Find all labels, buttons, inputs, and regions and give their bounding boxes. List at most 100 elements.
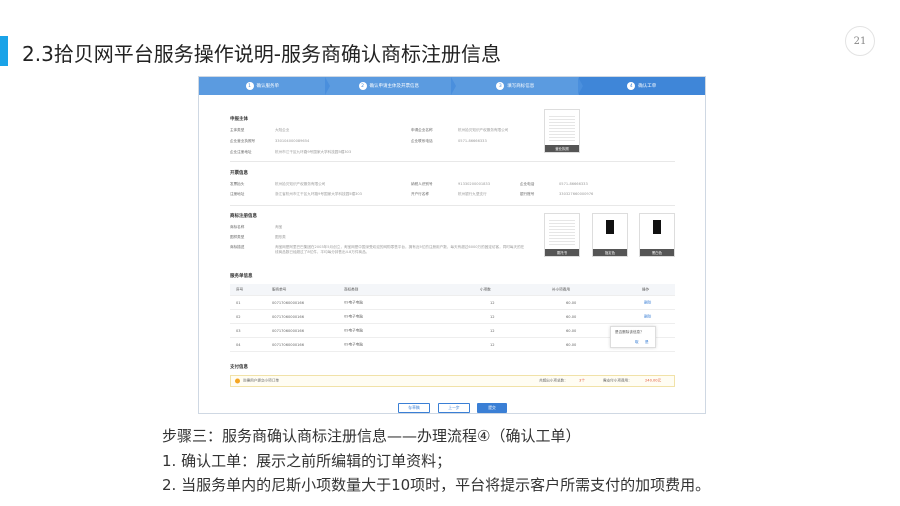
field-label: 企业营业执照号 [230,139,256,143]
cell-category: 09电子电脑 [344,342,363,346]
trademark-image-proxy[interactable]: 委托书 [544,213,580,257]
cell-category: 09电子电脑 [344,328,363,332]
column-header: 服务单号 [272,287,287,291]
cell-order: 00717060000166 [272,314,305,319]
divider [230,205,675,206]
divider [230,161,675,162]
table-row: 04 00717060000166 09电子电脑 12 60.00 删除 [230,338,675,352]
payment-bar: 尚需用户提交小项订单 共超出小项总数： 3个 需支付小项费用： 240.00元 [230,375,675,387]
popup-cancel-button[interactable]: 取 [635,340,639,345]
column-header: 补小项费用 [552,287,570,291]
cell-items: 12 [490,314,495,319]
step-3[interactable]: 3 填写商标信息 [452,77,583,95]
cell-items: 12 [490,342,495,347]
step-number: 2 [358,82,367,90]
step-4[interactable]: 4 确认工单 [578,77,705,95]
caption-heading: 步骤三：服务商确认商标注册信息——办理流程④（确认工单） [162,427,581,445]
fee-value: 240.00元 [645,378,662,383]
cell-order: 00717060000166 [272,300,305,305]
cell-seq: 03 [236,328,241,333]
table-header: 序号 服务单号 商标类别 小项数 补小项费用 操作 [230,284,675,296]
cell-fee: 60.00 [566,314,577,319]
field-value: 330104000089654 [275,139,310,143]
delete-link[interactable]: 删除 [644,300,651,305]
field-label: 发票抬头 [230,182,245,186]
field-label: 图样类型 [230,235,245,239]
field-label: 主体类型 [230,128,245,132]
chevron-right-icon [577,77,583,95]
step-label: 填写商标信息 [507,84,535,89]
field-value: 0571-86666333 [559,182,588,186]
chevron-right-icon [324,77,330,95]
field-value: 淘宝网是阿里巴巴集团在2003年5月创立，淘宝网是中国深受欢迎的网购零售平台，拥… [275,245,525,254]
field-label: 注册地址 [230,192,245,196]
document-thumbnail [549,114,575,142]
delete-link[interactable]: 删除 [644,314,651,319]
field-label: 企业电话 [520,182,535,186]
field-value: 浙江省杭州市江干区九环路9号国家大学科技园5幢303 [275,192,362,196]
section-title-applicant: 申报主体 [230,117,248,122]
step-label: 确认申请主体及开票信息 [369,84,420,89]
field-value: 杭州银行九堡支行 [458,192,487,196]
total-items-label: 共超出小项总数： [539,378,568,383]
payment-notice: 尚需用户提交小项订单 [243,378,279,383]
popup-ok-button[interactable]: 是 [645,340,649,345]
step-2[interactable]: 2 确认申请主体及开票信息 [326,77,456,95]
cell-fee: 60.00 [566,328,577,333]
prev-step-button[interactable]: 上一步 [438,403,470,413]
cell-order: 00717060000166 [272,342,305,347]
cell-fee: 60.00 [566,300,577,305]
title-accent-bar [0,36,8,66]
fee-label: 需支付小项费用： [603,378,632,383]
step-number: 4 [627,82,636,90]
cell-seq: 04 [236,342,241,347]
cell-fee: 60.00 [566,342,577,347]
section-title-trademark: 商标注册信息 [230,214,257,219]
field-value: 91330200001833 [458,182,491,186]
field-value: 杭州拾贝知识产权服务有限公司 [275,182,326,186]
field-label: 申请企业名称 [411,128,433,132]
slide-title: 2.3拾贝网平台服务操作说明-服务商确认商标注册信息 [22,42,502,66]
save-draft-button[interactable]: 存草稿 [398,403,430,413]
field-label: 纳税人识别号 [411,182,433,186]
field-label: 商标描述 [230,245,245,249]
cell-category: 09电子电脑 [344,300,363,304]
cell-category: 09电子电脑 [344,314,363,318]
caption-item-2: 2. 当服务单内的尼斯小项数量大于10项时，平台将提示客户所需支付的加项费用。 [162,476,711,494]
column-header: 小项数 [480,287,491,291]
caption-item-1: 1. 确认工单：展示之前所编辑的订单资料； [162,452,452,470]
section-title-invoice: 开票信息 [230,171,248,176]
field-label: 商标名称 [230,225,245,229]
service-table: 序号 服务单号 商标类别 小项数 补小项费用 操作 01 00717060000… [230,284,675,352]
step-number: 1 [245,82,254,90]
cell-items: 12 [490,328,495,333]
step-label: 确认服务单 [256,84,280,89]
document-thumbnail [549,218,575,246]
trademark-image-color[interactable]: 指定色 [592,213,628,257]
table-row: 01 00717060000166 09电子电脑 12 60.00 删除 [230,296,675,310]
field-label: 企业注册地址 [230,150,252,154]
field-value: 杭州拾贝知识产权服务有限公司 [458,128,509,132]
license-image[interactable]: 营业执照 [544,109,580,153]
cell-items: 12 [490,300,495,305]
step-label: 确认工单 [638,84,657,89]
step-number: 3 [496,82,505,90]
warning-icon [235,378,240,384]
table-row: 02 00717060000166 09电子电脑 12 60.00 删除 [230,310,675,324]
field-label: 银行账号 [520,192,535,196]
slide: 2.3拾贝网平台服务操作说明-服务商确认商标注册信息 2 1 1 确认服务单 2 确认… [0,0,900,506]
section-title-service: 服务单信息 [230,274,253,279]
field-label: 开户行名称 [411,192,429,196]
progress-steps: 1 确认服务单 2 确认申请主体及开票信息 3 填写商标信息 4 确认工单 [199,77,705,95]
column-header: 序号 [236,287,244,291]
column-header: 商标类别 [344,287,359,291]
table-row: 03 00717060000166 09电子电脑 12 60.00 [230,324,675,338]
field-value: 杭州市江干区九环路9号国家大学科技园5幢303 [275,150,352,154]
submit-button[interactable]: 提交 [477,403,507,413]
step-1[interactable]: 1 确认服务单 [199,77,330,95]
field-value: 图形类 [275,235,286,239]
image-caption: 委托书 [545,249,579,256]
trademark-image-bw[interactable]: 黑白色 [639,213,675,257]
section-title-payment: 支付信息 [230,365,248,370]
cell-seq: 01 [236,300,241,305]
